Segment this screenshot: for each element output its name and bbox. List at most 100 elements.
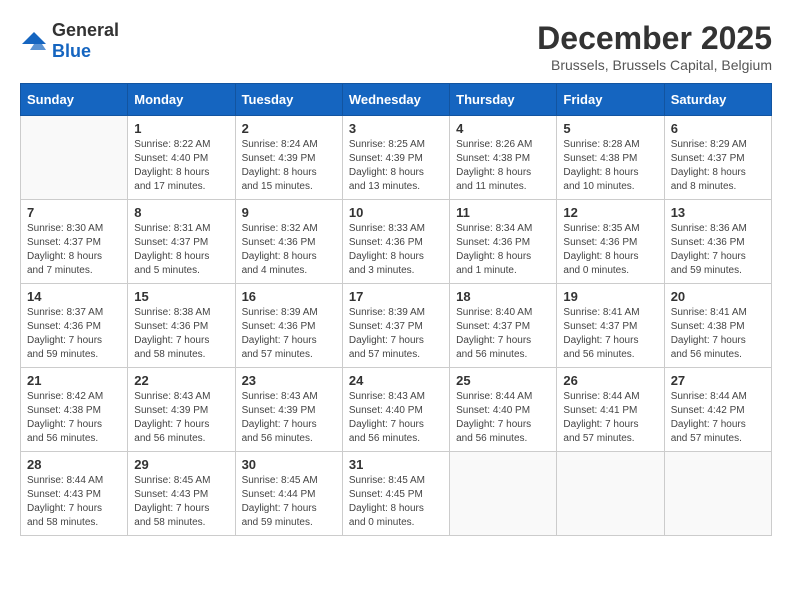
- calendar-cell: 2 Sunrise: 8:24 AMSunset: 4:39 PMDaylight…: [235, 116, 342, 200]
- calendar-week-row: 14 Sunrise: 8:37 AMSunset: 4:36 PMDayligh…: [21, 284, 772, 368]
- calendar-cell: 22 Sunrise: 8:43 AMSunset: 4:39 PMDayligh…: [128, 368, 235, 452]
- day-info: Sunrise: 8:22 AMSunset: 4:40 PMDaylight:…: [134, 138, 228, 194]
- day-info: Sunrise: 8:38 AMSunset: 4:36 PMDaylight:…: [134, 306, 228, 362]
- calendar-cell: 17 Sunrise: 8:39 AMSunset: 4:37 PMDayligh…: [342, 284, 449, 368]
- day-info: Sunrise: 8:34 AMSunset: 4:36 PMDaylight:…: [456, 222, 550, 278]
- calendar-cell: 16 Sunrise: 8:39 AMSunset: 4:36 PMDayligh…: [235, 284, 342, 368]
- day-info: Sunrise: 8:41 AMSunset: 4:38 PMDaylight:…: [671, 306, 765, 362]
- day-number: 4: [456, 121, 550, 136]
- day-info: Sunrise: 8:35 AMSunset: 4:36 PMDaylight:…: [563, 222, 657, 278]
- day-info: Sunrise: 8:39 AMSunset: 4:37 PMDaylight:…: [349, 306, 443, 362]
- day-number: 6: [671, 121, 765, 136]
- day-header-sunday: Sunday: [21, 84, 128, 116]
- logo-general: General: [52, 20, 119, 40]
- calendar-cell: [21, 116, 128, 200]
- calendar-cell: 26 Sunrise: 8:44 AMSunset: 4:41 PMDayligh…: [557, 368, 664, 452]
- day-number: 13: [671, 205, 765, 220]
- day-info: Sunrise: 8:44 AMSunset: 4:43 PMDaylight:…: [27, 474, 121, 530]
- day-info: Sunrise: 8:43 AMSunset: 4:39 PMDaylight:…: [134, 390, 228, 446]
- day-header-tuesday: Tuesday: [235, 84, 342, 116]
- calendar-cell: 24Sunrise: 8:43 AMSunset: 4:40 PMDayligh…: [342, 368, 449, 452]
- calendar-cell: 21 Sunrise: 8:42 AMSunset: 4:38 PMDayligh…: [21, 368, 128, 452]
- day-info: Sunrise: 8:44 AMSunset: 4:41 PMDaylight:…: [563, 390, 657, 446]
- day-number: 10: [349, 205, 443, 220]
- day-number: 30: [242, 457, 336, 472]
- day-number: 25: [456, 373, 550, 388]
- day-info: Sunrise: 8:37 AMSunset: 4:36 PMDaylight:…: [27, 306, 121, 362]
- calendar-cell: 29Sunrise: 8:45 AMSunset: 4:43 PMDayligh…: [128, 452, 235, 536]
- calendar-cell: 30 Sunrise: 8:45 AMSunset: 4:44 PMDayligh…: [235, 452, 342, 536]
- day-number: 28: [27, 457, 121, 472]
- calendar-cell: 1Sunrise: 8:22 AMSunset: 4:40 PMDaylight…: [128, 116, 235, 200]
- day-info: Sunrise: 8:31 AMSunset: 4:37 PMDaylight:…: [134, 222, 228, 278]
- day-number: 16: [242, 289, 336, 304]
- logo-blue: Blue: [52, 41, 91, 61]
- day-number: 26: [563, 373, 657, 388]
- calendar-cell: 9 Sunrise: 8:32 AMSunset: 4:36 PMDaylight…: [235, 200, 342, 284]
- day-info: Sunrise: 8:42 AMSunset: 4:38 PMDaylight:…: [27, 390, 121, 446]
- logo: General Blue: [20, 20, 119, 62]
- calendar-week-row: 28 Sunrise: 8:44 AMSunset: 4:43 PMDayligh…: [21, 452, 772, 536]
- day-number: 31: [349, 457, 443, 472]
- day-info: Sunrise: 8:25 AMSunset: 4:39 PMDaylight:…: [349, 138, 443, 194]
- day-number: 3: [349, 121, 443, 136]
- day-header-wednesday: Wednesday: [342, 84, 449, 116]
- day-info: Sunrise: 8:43 AMSunset: 4:40 PMDaylight:…: [349, 390, 443, 446]
- calendar-cell: 12Sunrise: 8:35 AMSunset: 4:36 PMDayligh…: [557, 200, 664, 284]
- day-info: Sunrise: 8:30 AMSunset: 4:37 PMDaylight:…: [27, 222, 121, 278]
- day-number: 8: [134, 205, 228, 220]
- day-info: Sunrise: 8:45 AMSunset: 4:44 PMDaylight:…: [242, 474, 336, 530]
- calendar-week-row: 21 Sunrise: 8:42 AMSunset: 4:38 PMDayligh…: [21, 368, 772, 452]
- day-number: 15: [134, 289, 228, 304]
- calendar-cell: 7 Sunrise: 8:30 AMSunset: 4:37 PMDaylight…: [21, 200, 128, 284]
- calendar-cell: 25Sunrise: 8:44 AMSunset: 4:40 PMDayligh…: [450, 368, 557, 452]
- day-number: 21: [27, 373, 121, 388]
- calendar-week-row: 1Sunrise: 8:22 AMSunset: 4:40 PMDaylight…: [21, 116, 772, 200]
- calendar-cell: 31Sunrise: 8:45 AMSunset: 4:45 PMDayligh…: [342, 452, 449, 536]
- day-number: 7: [27, 205, 121, 220]
- day-info: Sunrise: 8:26 AMSunset: 4:38 PMDaylight:…: [456, 138, 550, 194]
- day-number: 19: [563, 289, 657, 304]
- calendar-week-row: 7 Sunrise: 8:30 AMSunset: 4:37 PMDaylight…: [21, 200, 772, 284]
- calendar-cell: [664, 452, 771, 536]
- calendar-cell: 23 Sunrise: 8:43 AMSunset: 4:39 PMDayligh…: [235, 368, 342, 452]
- calendar-header-row: SundayMondayTuesdayWednesdayThursdayFrid…: [21, 84, 772, 116]
- day-info: Sunrise: 8:29 AMSunset: 4:37 PMDaylight:…: [671, 138, 765, 194]
- calendar-cell: 19 Sunrise: 8:41 AMSunset: 4:37 PMDayligh…: [557, 284, 664, 368]
- day-number: 20: [671, 289, 765, 304]
- calendar-cell: 28 Sunrise: 8:44 AMSunset: 4:43 PMDayligh…: [21, 452, 128, 536]
- day-info: Sunrise: 8:44 AMSunset: 4:42 PMDaylight:…: [671, 390, 765, 446]
- day-number: 9: [242, 205, 336, 220]
- calendar-cell: [557, 452, 664, 536]
- calendar-cell: 13Sunrise: 8:36 AMSunset: 4:36 PMDayligh…: [664, 200, 771, 284]
- calendar-cell: 18 Sunrise: 8:40 AMSunset: 4:37 PMDayligh…: [450, 284, 557, 368]
- day-number: 5: [563, 121, 657, 136]
- calendar-cell: 14 Sunrise: 8:37 AMSunset: 4:36 PMDayligh…: [21, 284, 128, 368]
- day-number: 2: [242, 121, 336, 136]
- day-number: 17: [349, 289, 443, 304]
- day-info: Sunrise: 8:33 AMSunset: 4:36 PMDaylight:…: [349, 222, 443, 278]
- day-info: Sunrise: 8:45 AMSunset: 4:43 PMDaylight:…: [134, 474, 228, 530]
- day-info: Sunrise: 8:40 AMSunset: 4:37 PMDaylight:…: [456, 306, 550, 362]
- day-header-thursday: Thursday: [450, 84, 557, 116]
- day-number: 18: [456, 289, 550, 304]
- day-number: 14: [27, 289, 121, 304]
- day-header-friday: Friday: [557, 84, 664, 116]
- day-number: 23: [242, 373, 336, 388]
- day-number: 11: [456, 205, 550, 220]
- day-info: Sunrise: 8:43 AMSunset: 4:39 PMDaylight:…: [242, 390, 336, 446]
- day-info: Sunrise: 8:24 AMSunset: 4:39 PMDaylight:…: [242, 138, 336, 194]
- calendar-cell: 20 Sunrise: 8:41 AMSunset: 4:38 PMDayligh…: [664, 284, 771, 368]
- day-info: Sunrise: 8:39 AMSunset: 4:36 PMDaylight:…: [242, 306, 336, 362]
- calendar-cell: 10 Sunrise: 8:33 AMSunset: 4:36 PMDayligh…: [342, 200, 449, 284]
- calendar-cell: 3 Sunrise: 8:25 AMSunset: 4:39 PMDaylight…: [342, 116, 449, 200]
- calendar-cell: 27Sunrise: 8:44 AMSunset: 4:42 PMDayligh…: [664, 368, 771, 452]
- day-info: Sunrise: 8:32 AMSunset: 4:36 PMDaylight:…: [242, 222, 336, 278]
- main-title: December 2025: [537, 20, 772, 57]
- day-info: Sunrise: 8:28 AMSunset: 4:38 PMDaylight:…: [563, 138, 657, 194]
- day-number: 22: [134, 373, 228, 388]
- day-info: Sunrise: 8:41 AMSunset: 4:37 PMDaylight:…: [563, 306, 657, 362]
- title-area: December 2025 Brussels, Brussels Capital…: [537, 20, 772, 73]
- day-header-saturday: Saturday: [664, 84, 771, 116]
- calendar-cell: [450, 452, 557, 536]
